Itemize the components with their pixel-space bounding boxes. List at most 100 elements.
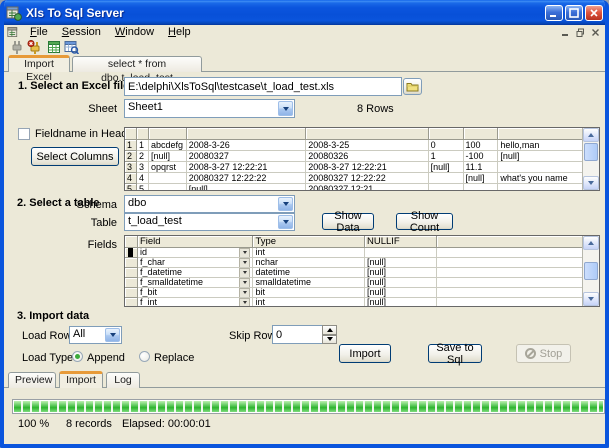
grid-cell[interactable]: 1 [429,151,464,162]
tab-preview[interactable]: Preview [8,372,56,388]
row-header[interactable]: 4 [125,173,137,184]
nullif-cell[interactable]: [null] [365,268,437,278]
grid-cell[interactable]: 20080327 12:22:22 [187,173,306,184]
field-dropdown-icon[interactable] [239,258,250,268]
menu-help[interactable]: Help [161,25,198,39]
close-button[interactable] [585,5,603,21]
replace-radio[interactable] [139,351,150,362]
open-excel-button[interactable] [45,39,62,55]
skip-rows-stepper[interactable] [322,325,337,344]
grid-cell[interactable]: 0 [429,140,464,151]
connect-button[interactable] [7,39,24,55]
grid-cell[interactable]: opqrst [149,162,187,173]
tab-import-excel[interactable]: Import Excel [8,55,70,72]
grid-cell[interactable]: 100 [464,140,499,151]
field-dropdown-icon[interactable] [239,268,250,278]
scroll-up-button[interactable] [583,128,599,142]
fieldname-header-checkbox[interactable] [18,128,30,140]
grid-cell[interactable]: 3 [137,162,149,173]
save-to-sql-button[interactable]: Save to Sql [428,344,482,363]
browse-file-button[interactable] [403,78,422,95]
grid-cell[interactable]: 1 [137,140,149,151]
grid-cell[interactable] [498,162,582,173]
table-dropdown-arrow-icon[interactable] [278,215,293,229]
type-cell[interactable]: datetime [253,268,365,278]
sheet-dropdown-arrow-icon[interactable] [278,101,293,116]
load-rows-select[interactable]: All [69,326,122,344]
scroll-thumb[interactable] [584,262,598,280]
scroll-down-button[interactable] [583,176,599,190]
field-name-cell[interactable]: f_char [140,258,165,267]
show-data-button[interactable]: Show Data [322,213,374,230]
grid-cell[interactable] [429,173,464,184]
grid-cell[interactable] [498,184,582,190]
grid-cell[interactable]: [null] [187,184,306,190]
field-dropdown-icon[interactable] [239,248,250,258]
menu-file[interactable]: File [23,25,55,39]
minimize-button[interactable] [545,5,563,21]
grid-cell[interactable]: what's you name [498,173,582,184]
grid-cell[interactable]: 2008-3-25 [306,140,428,151]
nullif-cell[interactable]: [null] [365,258,437,268]
menu-window[interactable]: Window [108,25,161,39]
load-rows-dropdown-arrow-icon[interactable] [105,328,120,342]
import-button[interactable]: Import [339,344,391,363]
type-cell[interactable]: smalldatetime [253,278,365,288]
scroll-thumb[interactable] [584,143,598,161]
append-radio-label[interactable]: Append [87,352,125,364]
field-name-cell[interactable]: f_bit [140,288,157,297]
scroll-down-button[interactable] [583,292,599,306]
nullif-cell[interactable]: [null] [365,278,437,288]
grid-cell[interactable]: 11.1 [464,162,499,173]
grid-cell[interactable] [149,173,187,184]
grid-cell[interactable]: 5 [137,184,149,190]
grid-cell[interactable]: -100 [464,151,499,162]
grid-cell[interactable]: 20080327 12:21 [306,184,428,190]
grid-cell[interactable]: 2008-3-26 [187,140,306,151]
nullif-cell[interactable]: [null] [365,288,437,298]
row-header[interactable]: 3 [125,162,137,173]
tab-select-query[interactable]: select * from dbo.t_load_test [72,56,202,72]
scroll-up-button[interactable] [583,236,599,250]
title-bar[interactable]: Xls To Sql Server [0,0,609,25]
field-name-cell[interactable]: f_int [140,298,157,306]
field-dropdown-icon[interactable] [239,278,250,288]
field-dropdown-icon[interactable] [239,288,250,298]
grid-cell[interactable]: ... [149,184,187,190]
mdi-minimize-button[interactable] [559,26,572,38]
mdi-restore-button[interactable] [574,26,587,38]
field-name-cell[interactable]: f_datetime [140,268,182,277]
grid-cell[interactable]: 20080326 [306,151,428,162]
grid-cell[interactable]: [null] [464,173,499,184]
field-name-cell[interactable]: f_smalldatetime [140,278,203,287]
grid-cell[interactable] [464,184,499,190]
menu-session[interactable]: Session [55,25,108,39]
row-header[interactable]: 1 [125,140,137,151]
stepper-down-button[interactable] [322,335,337,345]
grid-cell[interactable]: [null] [498,151,582,162]
sheet-select[interactable]: Sheet1 [124,99,295,118]
fieldname-header-label[interactable]: Fieldname in Header [35,128,137,140]
row-header[interactable]: 5 [125,184,137,190]
tab-log[interactable]: Log [106,372,140,388]
nullif-cell[interactable] [365,248,437,258]
excel-file-input[interactable] [124,77,402,96]
tab-import[interactable]: Import [59,371,103,388]
schema-select[interactable]: dbo [124,195,295,213]
select-columns-button[interactable]: Select Columns [31,147,119,166]
append-radio[interactable] [72,351,83,362]
type-cell[interactable]: int [253,298,365,306]
show-count-button[interactable]: Show Count [396,213,453,230]
query-button[interactable] [63,39,80,55]
schema-dropdown-arrow-icon[interactable] [278,197,293,211]
fields-grid-scrollbar[interactable] [582,236,599,306]
maximize-button[interactable] [565,5,583,21]
skip-rows-input[interactable] [272,325,323,344]
grid-cell[interactable] [429,184,464,190]
field-dropdown-icon[interactable] [239,298,250,306]
stepper-up-button[interactable] [322,325,337,335]
grid-cell[interactable]: 2 [137,151,149,162]
preview-grid-scrollbar[interactable] [582,128,599,190]
table-select[interactable]: t_load_test [124,213,295,231]
grid-cell[interactable]: [null] [149,151,187,162]
